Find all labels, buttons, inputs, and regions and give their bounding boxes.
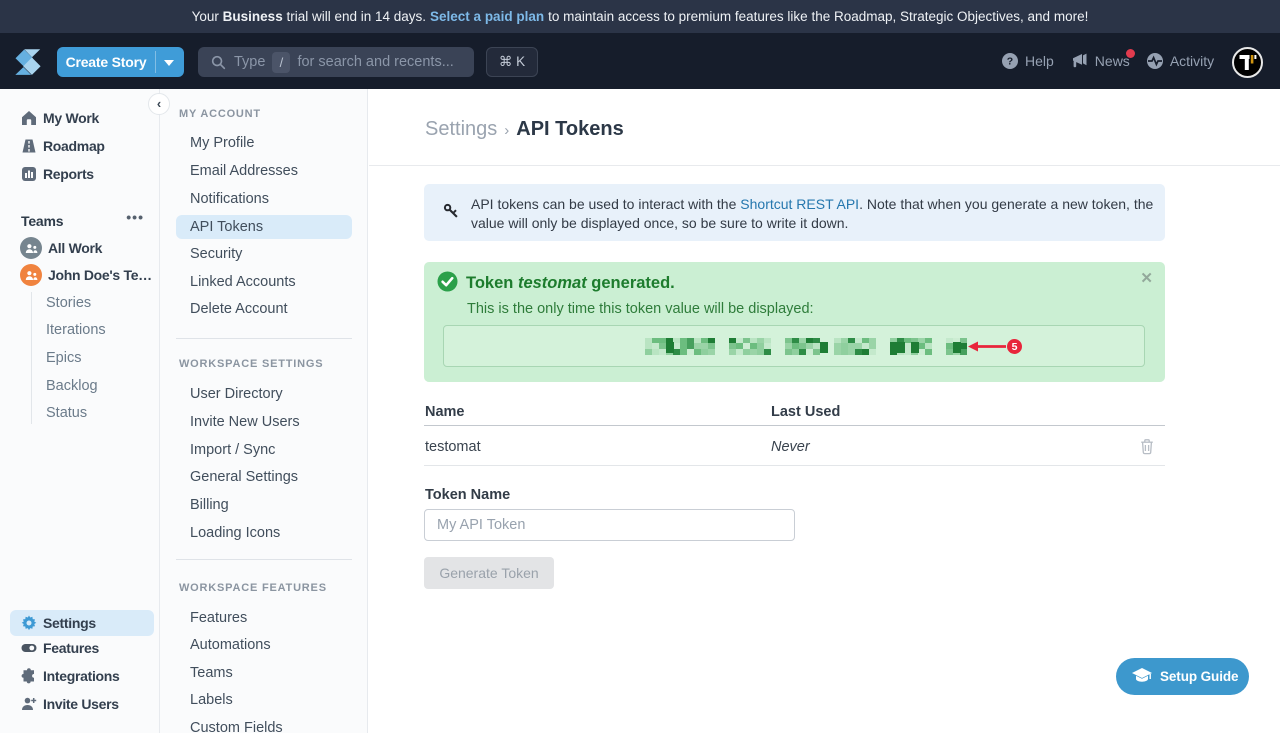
- svg-text:5: 5: [1012, 341, 1018, 353]
- svg-text:?: ?: [1007, 56, 1013, 68]
